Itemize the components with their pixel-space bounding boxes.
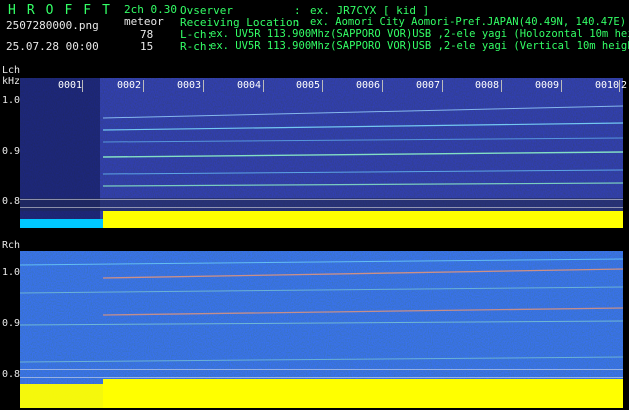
lch-config-label: L-ch: bbox=[180, 28, 214, 41]
count-lch: 78 bbox=[140, 28, 154, 41]
time-tick: 0008 bbox=[475, 80, 500, 91]
lch-guide-line bbox=[20, 199, 623, 200]
date-time: 25.07.28 00:00 bbox=[6, 40, 99, 53]
tick-mark bbox=[322, 80, 323, 92]
observer-sep: : bbox=[294, 4, 301, 17]
rch-config-label: R-ch: bbox=[180, 40, 214, 53]
tick-mark bbox=[143, 80, 144, 92]
lch-guide-line bbox=[20, 207, 623, 208]
time-tick: 0010 bbox=[595, 80, 620, 91]
rch-guide-line bbox=[20, 377, 623, 378]
time-tick: 0001 bbox=[58, 80, 83, 91]
observer-value: ex. JR7CYX [ kid ] bbox=[310, 4, 430, 17]
lch-freq-1-0: 1.0 bbox=[2, 95, 21, 106]
tick-mark bbox=[263, 80, 264, 92]
lch-label: Lch bbox=[2, 65, 21, 76]
tick-mark bbox=[382, 80, 383, 92]
rch-spectrogram-image bbox=[20, 251, 623, 408]
tick-mark bbox=[203, 80, 204, 92]
tick-mark bbox=[561, 80, 562, 92]
time-tick: 0009 bbox=[535, 80, 560, 91]
count-rch: 15 bbox=[140, 40, 154, 53]
rch-freq-0-8: 0.8 bbox=[2, 369, 21, 380]
mode-label: meteor bbox=[124, 15, 164, 28]
channel-version: 2ch 0.30 bbox=[124, 3, 177, 16]
tick-mark bbox=[442, 80, 443, 92]
hrofft-window: HROFFT 2507280000.png 25.07.28 00:00 2ch… bbox=[0, 0, 629, 410]
time-tick: 0004 bbox=[237, 80, 262, 91]
lch-unit-label: kHz bbox=[2, 76, 21, 87]
rch-spectrogram bbox=[20, 251, 623, 408]
lch-config-value: ex. UV5R 113.900Mhz(SAPPORO VOR)USB ,2-e… bbox=[210, 28, 629, 40]
time-tick: 2 bbox=[621, 80, 628, 91]
time-tick: 0007 bbox=[416, 80, 441, 91]
location-value: ex. Aomori City Aomori-Pref.JAPAN(40.49N… bbox=[310, 16, 627, 28]
lch-spectrogram-image bbox=[20, 78, 623, 228]
lch-freq-0-9: 0.9 bbox=[2, 146, 21, 157]
time-tick: 0003 bbox=[177, 80, 202, 91]
location-sep: : bbox=[294, 16, 301, 29]
location-label: Receiving Location bbox=[180, 16, 300, 29]
rch-amplitude-bars bbox=[20, 379, 623, 408]
rch-freq-1-0: 1.0 bbox=[2, 267, 21, 278]
rch-freq-0-9: 0.9 bbox=[2, 318, 21, 329]
time-tick: 0005 bbox=[296, 80, 321, 91]
app-brand: HROFFT bbox=[8, 3, 121, 18]
time-tick: 0006 bbox=[356, 80, 381, 91]
observer-label: Ovserver bbox=[180, 4, 233, 17]
tick-mark bbox=[619, 80, 620, 92]
lch-spectrogram bbox=[20, 78, 623, 228]
lch-freq-0-8: 0.8 bbox=[2, 196, 21, 207]
file-name: 2507280000.png bbox=[6, 19, 99, 32]
tick-mark bbox=[501, 80, 502, 92]
lch-amplitude-bars bbox=[20, 211, 623, 228]
rch-label: Rch bbox=[2, 240, 21, 251]
rch-config-value: ex. UV5R 113.900Mhz(SAPPORO VOR)USB ,2-e… bbox=[210, 40, 629, 52]
time-tick: 0002 bbox=[117, 80, 142, 91]
rch-guide-line bbox=[20, 369, 623, 370]
tick-mark bbox=[82, 80, 83, 92]
